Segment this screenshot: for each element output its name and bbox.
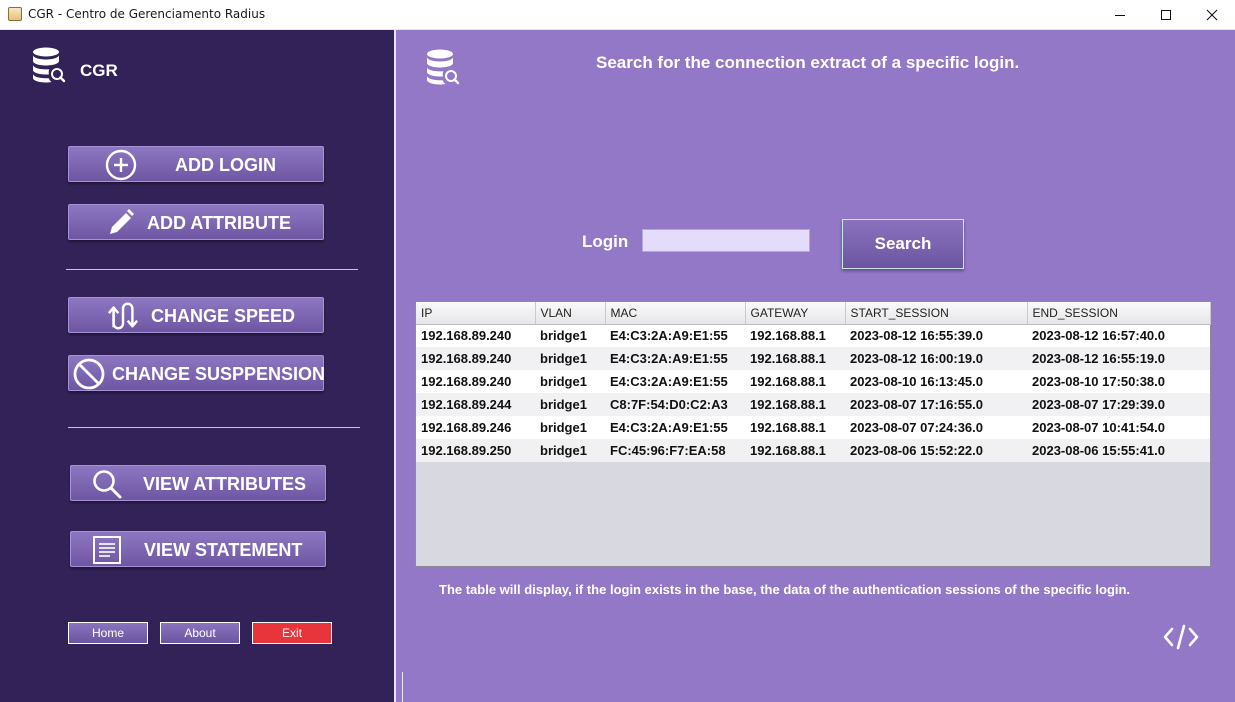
cell-end-session: 2023-08-12 16:55:19.0 <box>1032 351 1165 366</box>
view-attributes-label: VIEW ATTRIBUTES <box>143 474 306 494</box>
cell-gateway: 192.168.88.1 <box>750 351 826 366</box>
column-header-start-session[interactable]: START_SESSION <box>845 302 1028 325</box>
cell-end-session: 2023-08-07 17:29:39.0 <box>1032 397 1165 412</box>
database-search-icon <box>33 47 66 83</box>
plus-circle-icon <box>105 149 137 181</box>
window-title: CGR - Centro de Gerenciamento Radius <box>28 7 266 21</box>
cell-mac: E4:C3:2A:A9:E1:55 <box>610 351 728 366</box>
app-window: CGR - Centro de Gerenciamento Radius CGR… <box>0 0 1235 702</box>
cell-mac: E4:C3:2A:A9:E1:55 <box>610 328 728 344</box>
cell-end-session: 2023-08-10 17:50:38.0 <box>1032 374 1165 389</box>
sidebar-divider <box>68 427 360 428</box>
cell-gateway: 192.168.88.1 <box>750 443 826 458</box>
cell-gateway: 192.168.88.1 <box>750 328 826 344</box>
cell-start-session: 2023-08-07 17:16:55.0 <box>850 397 983 412</box>
sessions-table: IP VLAN MAC GATEWAY START_SESSION END_SE… <box>415 301 1211 567</box>
table-row[interactable]: 192.168.89.240 bridge1 E4:C3:2A:A9:E1:55… <box>416 324 1210 347</box>
cell-end-session: 2023-08-06 15:55:41.0 <box>1032 443 1165 458</box>
cell-end-session: 2023-08-07 10:41:54.0 <box>1032 420 1165 435</box>
table-row[interactable]: 192.168.89.250 bridge1 FC:45:96:F7:EA:58… <box>416 439 1210 462</box>
panel-edge-line <box>402 672 403 702</box>
magnifier-icon <box>91 468 123 500</box>
cell-start-session: 2023-08-12 16:00:19.0 <box>850 351 983 366</box>
cell-vlan: bridge1 <box>540 328 587 344</box>
table-row[interactable]: 192.168.89.244 bridge1 C8:7F:54:D0:C2:A3… <box>416 393 1210 416</box>
cell-start-session: 2023-08-12 16:55:39.0 <box>850 328 983 344</box>
cell-gateway: 192.168.88.1 <box>750 397 826 412</box>
cell-vlan: bridge1 <box>540 420 587 435</box>
cell-ip: 192.168.89.240 <box>421 351 512 366</box>
add-login-button[interactable]: ADD LOGIN <box>68 146 324 182</box>
login-label: Login <box>582 232 629 251</box>
cell-vlan: bridge1 <box>540 397 587 412</box>
column-header-end-session[interactable]: END_SESSION <box>1027 302 1211 325</box>
cell-start-session: 2023-08-06 15:52:22.0 <box>850 443 983 458</box>
maximize-icon <box>1161 10 1171 20</box>
cell-vlan: bridge1 <box>540 443 587 458</box>
database-search-icon <box>427 49 460 85</box>
change-speed-label: CHANGE SPEED <box>151 306 296 326</box>
page-title: Search for the connection extract of a s… <box>596 53 1020 72</box>
exit-button[interactable]: Exit <box>252 622 332 644</box>
minimize-icon <box>1115 15 1125 16</box>
close-button[interactable] <box>1189 0 1235 30</box>
change-suspension-label: CHANGE SUSPPENSION <box>112 364 326 384</box>
table-row[interactable]: 192.168.89.240 bridge1 E4:C3:2A:A9:E1:55… <box>416 370 1210 393</box>
title-bar: CGR - Centro de Gerenciamento Radius <box>0 0 1235 30</box>
cell-ip: 192.168.89.250 <box>421 443 512 458</box>
cell-ip: 192.168.89.246 <box>421 420 512 435</box>
table-header-row: IP VLAN MAC GATEWAY START_SESSION END_SE… <box>416 302 1211 325</box>
change-speed-button[interactable]: CHANGE SPEED <box>68 297 324 333</box>
maximize-button[interactable] <box>1143 0 1189 30</box>
cell-ip: 192.168.89.240 <box>421 328 512 344</box>
add-attribute-label: ADD ATTRIBUTE <box>147 213 291 233</box>
column-header-vlan[interactable]: VLAN <box>535 302 606 325</box>
cell-start-session: 2023-08-10 16:13:45.0 <box>850 374 983 389</box>
view-attributes-button[interactable]: VIEW ATTRIBUTES <box>70 465 326 501</box>
column-header-mac[interactable]: MAC <box>605 302 746 325</box>
minimize-button[interactable] <box>1097 0 1143 30</box>
cell-ip: 192.168.89.240 <box>421 374 512 389</box>
sidebar: CGR ADD LOGIN ADD ATTRIBUTE CHANGE SPEED <box>0 30 394 702</box>
document-icon <box>91 534 123 566</box>
column-header-ip[interactable]: IP <box>416 302 536 325</box>
cell-mac: C8:7F:54:D0:C2:A3 <box>610 397 728 412</box>
search-button[interactable]: Search <box>842 219 964 269</box>
add-attribute-button[interactable]: ADD ATTRIBUTE <box>68 204 324 240</box>
view-statement-label: VIEW STATEMENT <box>144 540 303 560</box>
cell-start-session: 2023-08-07 07:24:36.0 <box>850 420 983 435</box>
cell-mac: FC:45:96:F7:EA:58 <box>610 443 726 458</box>
cell-vlan: bridge1 <box>540 374 587 389</box>
table-description: The table will display, if the login exi… <box>439 582 1131 597</box>
sidebar-divider <box>66 269 358 270</box>
pencil-icon <box>105 207 137 239</box>
prohibited-icon <box>73 358 105 390</box>
change-suspension-button[interactable]: CHANGE SUSPPENSION <box>68 355 326 391</box>
brand-title: CGR <box>80 61 118 80</box>
table-row[interactable]: 192.168.89.246 bridge1 E4:C3:2A:A9:E1:55… <box>416 416 1210 439</box>
table-row[interactable]: 192.168.89.240 bridge1 E4:C3:2A:A9:E1:55… <box>416 347 1210 370</box>
column-header-gateway[interactable]: GATEWAY <box>745 302 846 325</box>
u-turn-arrows-icon <box>107 300 139 332</box>
java-app-icon <box>8 7 22 21</box>
cell-mac: E4:C3:2A:A9:E1:55 <box>610 374 728 389</box>
view-statement-button[interactable]: VIEW STATEMENT <box>70 531 326 567</box>
cell-vlan: bridge1 <box>540 351 587 366</box>
main-panel: Search for the connection extract of a s… <box>394 30 1235 702</box>
about-button[interactable]: About <box>160 622 240 644</box>
login-input[interactable] <box>642 229 810 252</box>
cell-gateway: 192.168.88.1 <box>750 374 826 389</box>
cell-gateway: 192.168.88.1 <box>750 420 826 435</box>
cell-mac: E4:C3:2A:A9:E1:55 <box>610 420 728 435</box>
cell-end-session: 2023-08-12 16:57:40.0 <box>1032 328 1165 344</box>
code-icon[interactable] <box>1162 624 1200 650</box>
cell-ip: 192.168.89.244 <box>421 397 512 412</box>
add-login-label: ADD LOGIN <box>175 155 276 175</box>
close-icon <box>1206 9 1218 21</box>
home-button[interactable]: Home <box>68 622 148 644</box>
